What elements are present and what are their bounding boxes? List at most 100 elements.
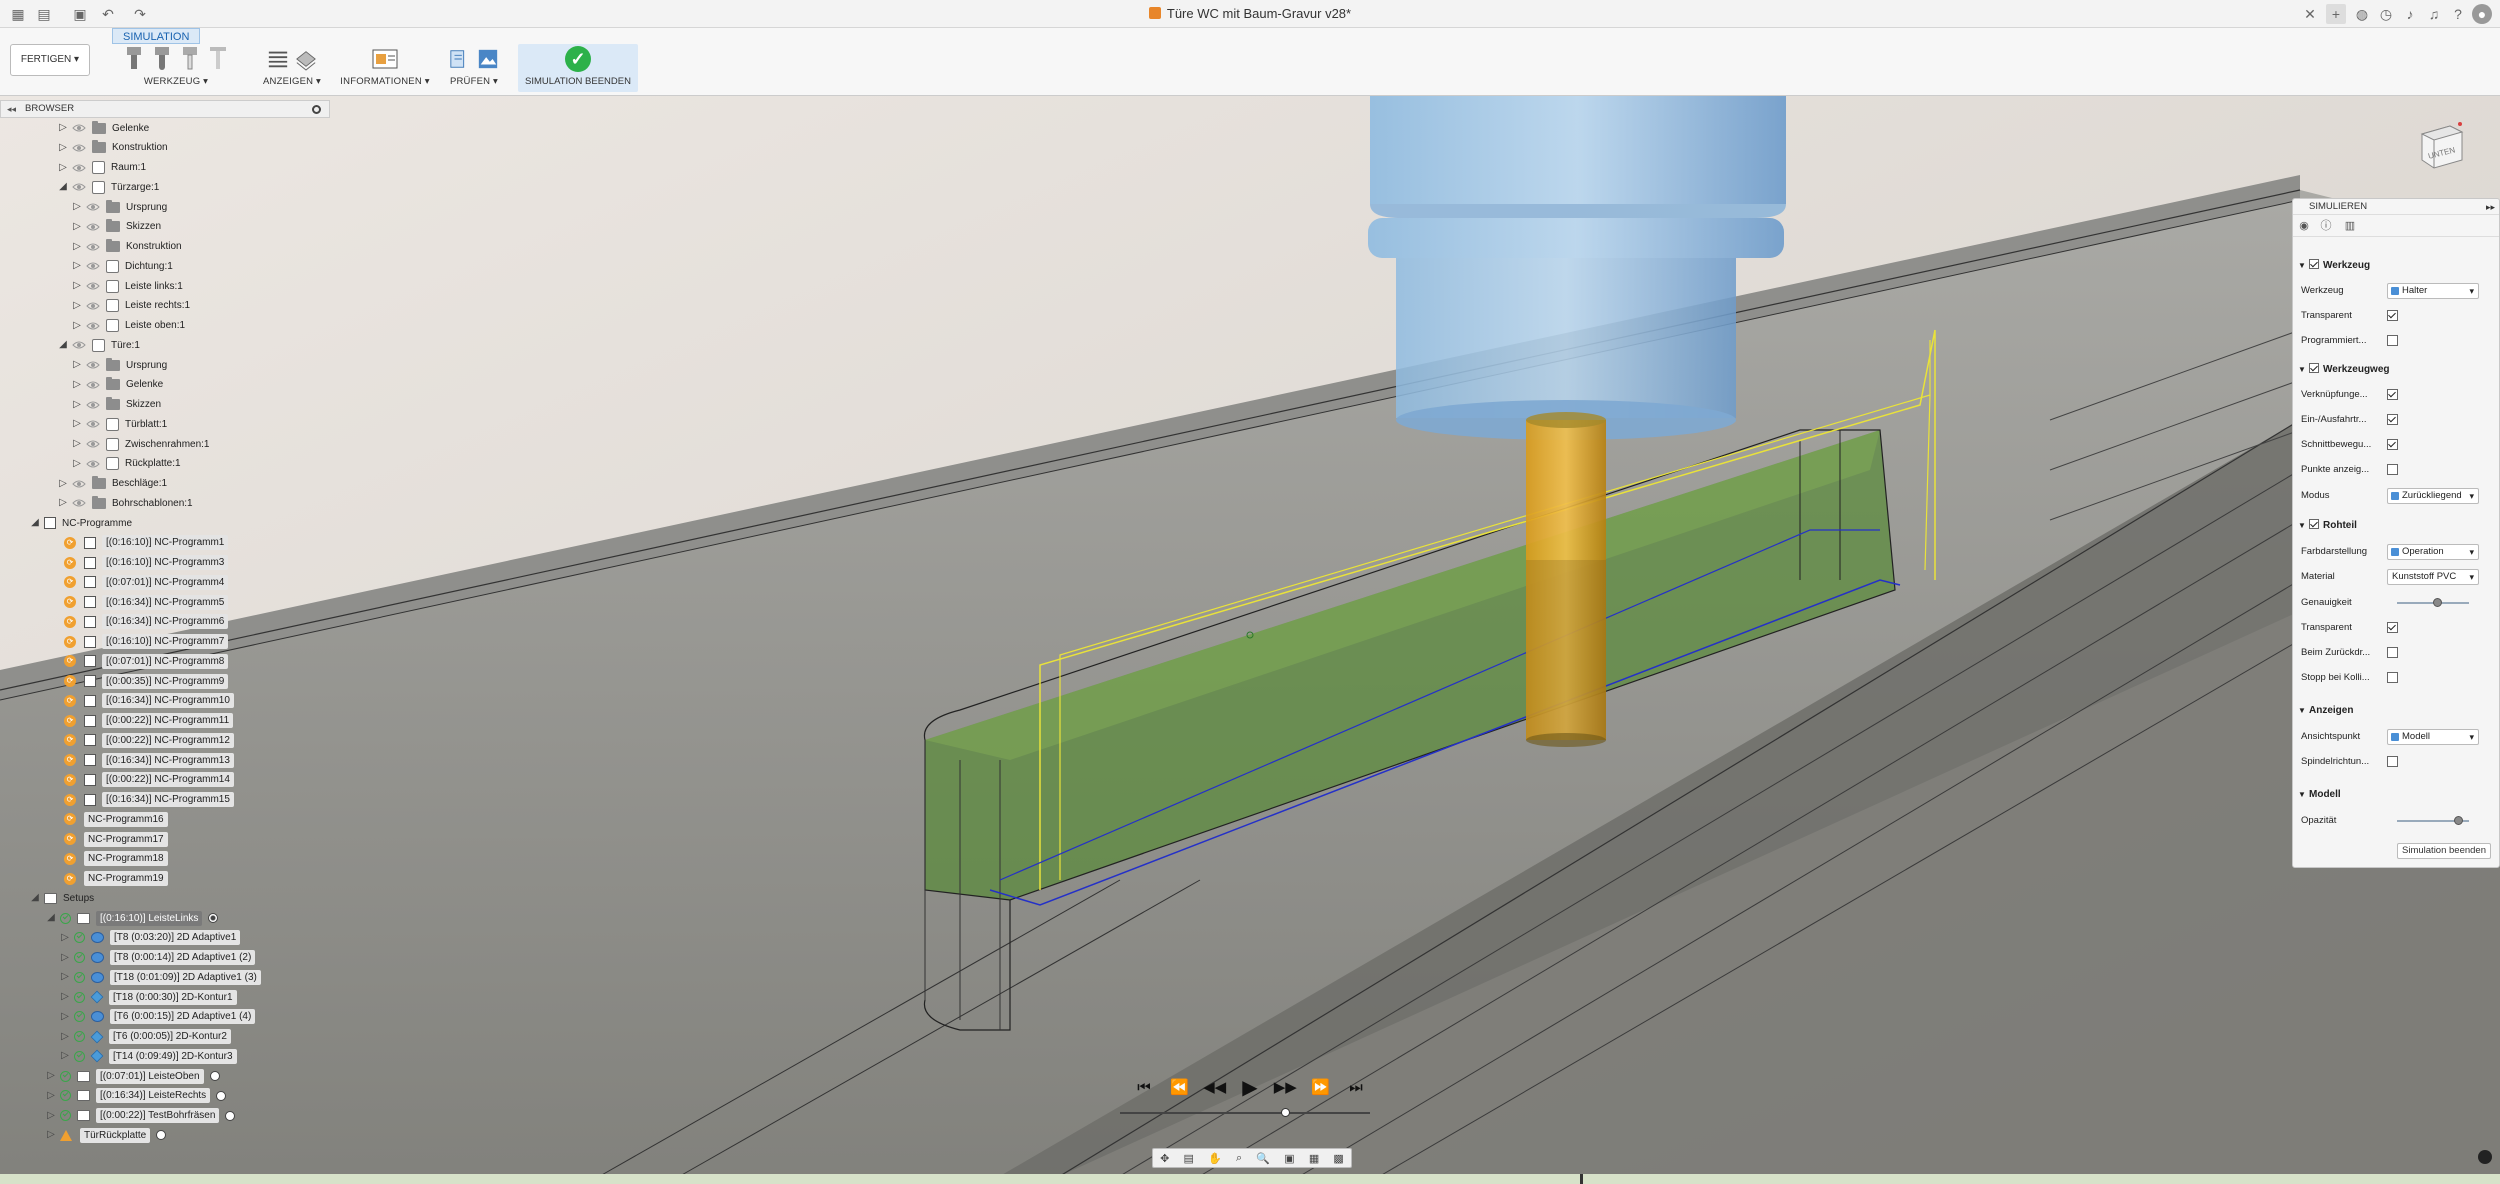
expand-toggle-icon[interactable]: ▷ [72, 317, 82, 335]
setups-root[interactable]: ◢ Setups [30, 889, 94, 907]
nc-program-item[interactable]: ⟳ [(0:16:34)] NC-Programm10 [64, 692, 234, 710]
browser-node[interactable]: ▷ Ursprung [72, 356, 167, 374]
expand-toggle-icon[interactable]: ▷ [60, 968, 70, 986]
browser-node[interactable]: ▷ Skizzen [72, 396, 161, 414]
active-setup-radio[interactable] [209, 1071, 220, 1081]
anzeigen-section[interactable]: ▼ Anzeigen [2293, 702, 2499, 720]
browser-node[interactable]: ▷ Beschläge:1 [58, 475, 167, 493]
expand-icon[interactable]: ▸▸ [2486, 199, 2495, 215]
expand-toggle-icon[interactable]: ▷ [72, 415, 82, 433]
setup-item[interactable]: ▷ TürRückplatte [46, 1126, 167, 1144]
expand-toggle-icon[interactable]: ▷ [72, 257, 82, 275]
browser-node[interactable]: ▷ Gelenke [58, 119, 149, 137]
zoom-icon[interactable]: ⌕ [1236, 1152, 1242, 1165]
operation-item[interactable]: ▷ [T18 (0:00:30)] 2D-Kontur1 [60, 988, 237, 1006]
visibility-eye-icon[interactable] [86, 459, 100, 469]
view-cube[interactable]: UNTEN [2416, 120, 2466, 172]
browser-node[interactable]: ▷ Konstruktion [72, 238, 182, 256]
active-setup-radio[interactable] [208, 913, 219, 923]
browser-node[interactable]: ▷ Türblatt:1 [72, 415, 167, 433]
visibility-eye-icon[interactable] [86, 222, 100, 232]
expand-toggle-icon[interactable]: ▷ [72, 376, 82, 394]
farbdarstellung-dropdown[interactable]: Operation [2387, 544, 2479, 560]
playback-scrubber[interactable] [1120, 1108, 1370, 1117]
browser-node[interactable]: ◢ Türe:1 [58, 336, 140, 354]
expand-toggle-icon[interactable]: ▷ [46, 1067, 56, 1085]
rohteil-section[interactable]: ▼ Rohteil [2293, 517, 2499, 535]
nc-program-item[interactable]: ⟳ [(0:16:34)] NC-Programm6 [64, 613, 229, 631]
nc-program-item[interactable]: ⟳ [(0:00:35)] NC-Programm9 [64, 672, 229, 690]
visibility-eye-icon[interactable] [72, 182, 86, 192]
expand-toggle-icon[interactable]: ▷ [72, 297, 82, 315]
expand-toggle-icon[interactable]: ▷ [58, 139, 68, 157]
operation-item[interactable]: ▷ [T8 (0:00:14)] 2D Adaptive1 (2) [60, 949, 256, 967]
visibility-eye-icon[interactable] [86, 261, 100, 271]
display-settings-icon[interactable]: ▣ [1284, 1152, 1294, 1165]
comments-icon[interactable] [2478, 1150, 2492, 1164]
visibility-eye-icon[interactable] [72, 479, 86, 489]
browser-node[interactable]: ◢ Türzarge:1 [58, 178, 159, 196]
operation-item[interactable]: ▷ [T6 (0:00:05)] 2D-Kontur2 [60, 1028, 231, 1046]
operation-item[interactable]: ▷ [T14 (0:09:49)] 2D-Kontur3 [60, 1047, 237, 1065]
visibility-eye-icon[interactable] [86, 281, 100, 291]
expand-toggle-icon[interactable]: ▷ [72, 435, 82, 453]
visibility-eye-icon[interactable] [86, 202, 100, 212]
opazitaet-slider[interactable] [2397, 816, 2469, 825]
pin-icon[interactable] [312, 105, 321, 114]
modell-section[interactable]: ▼ Modell [2293, 786, 2499, 804]
opazitaet-slider-knob[interactable] [2454, 816, 2464, 825]
material-dropdown[interactable]: Kunststoff PVC [2387, 569, 2479, 585]
active-setup-radio[interactable] [156, 1130, 167, 1141]
play-icon[interactable]: ▶ [1236, 1077, 1264, 1099]
setup-item[interactable]: ▷ [(0:07:01)] LeisteOben [46, 1067, 220, 1085]
stats-tab-icon[interactable]: ▥ [2343, 219, 2357, 233]
werkzeug-section-checkbox[interactable] [2309, 259, 2319, 269]
setup-item[interactable]: ◢ [(0:16:10)] LeisteLinks [46, 909, 219, 927]
info-tab-icon[interactable]: ⓘ [2319, 219, 2333, 233]
visibility-eye-icon[interactable] [86, 419, 100, 429]
active-setup-radio[interactable] [225, 1110, 236, 1121]
expand-toggle-icon[interactable]: ▷ [60, 1047, 70, 1065]
viewports-icon[interactable]: ▩ [1333, 1152, 1343, 1165]
expand-toggle-icon[interactable]: ▷ [46, 1087, 56, 1105]
browser-node[interactable]: ▷ Konstruktion [58, 139, 168, 157]
browser-node[interactable]: ▷ Dichtung:1 [72, 257, 173, 275]
visibility-eye-icon[interactable] [86, 380, 100, 390]
nc-program-item[interactable]: ⟳ [(0:00:22)] NC-Programm14 [64, 771, 234, 789]
expand-toggle-icon[interactable]: ▷ [60, 949, 70, 967]
step-back-icon[interactable]: ◀◀ [1201, 1077, 1229, 1099]
visibility-eye-icon[interactable] [86, 360, 100, 370]
browser-node[interactable]: ▷ Raum:1 [58, 159, 146, 177]
expand-toggle-icon[interactable]: ▷ [58, 494, 68, 512]
browser-node[interactable]: ▷ Ursprung [72, 198, 167, 216]
transparent-stock-checkbox[interactable] [2387, 622, 2398, 633]
scrubber-knob[interactable] [1281, 1108, 1290, 1117]
grid-icon[interactable]: ▦ [1309, 1152, 1319, 1165]
expand-toggle-icon[interactable]: ▷ [58, 159, 68, 177]
nc-program-item[interactable]: ⟳ [(0:16:10)] NC-Programm7 [64, 633, 229, 651]
expand-toggle-icon[interactable]: ▷ [72, 198, 82, 216]
expand-toggle-icon[interactable]: ▷ [60, 929, 70, 947]
browser-node[interactable]: ▷ Bohrschablonen:1 [58, 494, 193, 512]
fit-icon[interactable]: 🔍 [1256, 1152, 1270, 1165]
expand-toggle-icon[interactable]: ▷ [72, 238, 82, 256]
einaus-checkbox[interactable] [2387, 414, 2398, 425]
expand-toggle-icon[interactable]: ◢ [30, 889, 40, 907]
ansichtspunkt-dropdown[interactable]: Modell [2387, 729, 2479, 745]
step-forward-op-icon[interactable]: ⏩ [1307, 1077, 1335, 1099]
skip-start-icon[interactable]: ⏮ [1130, 1077, 1158, 1099]
visibility-eye-icon[interactable] [72, 143, 86, 153]
verkn-checkbox[interactable] [2387, 389, 2398, 400]
expand-toggle-icon[interactable]: ▷ [72, 455, 82, 473]
visibility-eye-icon[interactable] [86, 242, 100, 252]
expand-toggle-icon[interactable]: ◢ [58, 178, 68, 196]
eye-tab-icon[interactable]: ◉ [2297, 219, 2311, 233]
browser-node[interactable]: ▷ Leiste links:1 [72, 277, 183, 295]
browser-node[interactable]: ▷ Leiste oben:1 [72, 317, 185, 335]
nc-program-item[interactable]: ⟳ [(0:00:22)] NC-Programm11 [64, 712, 234, 730]
browser-node[interactable]: ▷ Skizzen [72, 218, 161, 236]
active-setup-radio[interactable] [216, 1090, 227, 1101]
nc-program-item[interactable]: ⟳ [(0:16:34)] NC-Programm5 [64, 593, 229, 611]
modus-dropdown[interactable]: Zurückliegend [2387, 488, 2479, 504]
expand-toggle-icon[interactable]: ▷ [72, 277, 82, 295]
